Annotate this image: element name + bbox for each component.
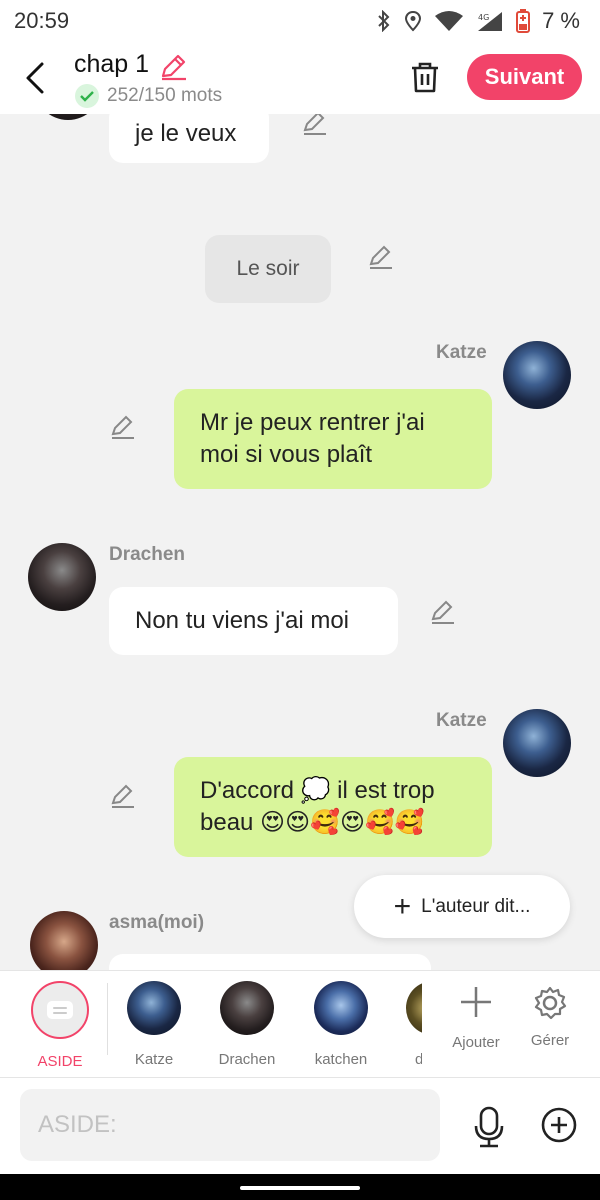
sender-name: asma(moi) — [109, 912, 205, 933]
message-line: D'accord 💭 il est trop — [200, 777, 435, 804]
sender-name: Katze — [436, 342, 487, 363]
message-text: Non tu viens j'ai moi — [135, 607, 350, 634]
character-label: ASIDE — [37, 1053, 83, 1070]
message-bubble[interactable] — [109, 954, 431, 970]
message-bubble[interactable]: D'accord 💭 il est trop beau 😍😍🥰😍🥰🥰 — [174, 757, 492, 857]
back-arrow-icon[interactable] — [22, 60, 52, 96]
avatar[interactable] — [34, 114, 102, 120]
avatar — [220, 981, 274, 1035]
gear-icon — [534, 986, 567, 1020]
add-character-button[interactable]: Ajouter — [441, 985, 511, 1051]
manage-label: Gérer — [530, 1032, 570, 1049]
chat-area[interactable]: je le veux Le soir Katze Mr je peux rent… — [0, 114, 600, 970]
add-circle-icon[interactable] — [540, 1106, 578, 1144]
message-line: Mr je peux rentrer j'ai — [200, 409, 425, 436]
bluetooth-icon — [378, 10, 390, 32]
pencil-icon[interactable] — [110, 783, 136, 809]
manage-characters-button[interactable]: Gérer — [515, 985, 585, 1049]
avatar-asma[interactable] — [30, 911, 98, 970]
plus-icon — [461, 987, 491, 1017]
character-katchen[interactable]: katchen — [301, 981, 381, 1068]
message-input[interactable] — [20, 1089, 440, 1161]
aside-icon — [31, 981, 89, 1039]
narration-bubble[interactable]: Le soir — [205, 235, 331, 303]
home-gesture-handle[interactable] — [240, 1186, 360, 1190]
avatar — [127, 981, 181, 1035]
avatar — [314, 981, 368, 1035]
battery-level: 7 % — [542, 8, 580, 33]
narration-text: Le soir — [236, 257, 300, 280]
plus-icon: + — [393, 889, 412, 923]
character-katze[interactable]: Katze — [114, 981, 194, 1068]
next-button[interactable]: Suivant — [467, 54, 582, 100]
status-time: 20:59 — [14, 8, 70, 33]
svg-text:4G: 4G — [478, 13, 489, 22]
avatar-drachen[interactable] — [28, 543, 96, 611]
character-aside[interactable]: ASIDE — [20, 981, 100, 1070]
input-bar — [0, 1078, 600, 1174]
sender-name: Drachen — [109, 544, 186, 565]
checkmark-icon — [75, 84, 99, 108]
character-bar: ASIDE Katze Drachen katchen d Ajouter Gé… — [0, 970, 600, 1078]
message-bubble[interactable]: Mr je peux rentrer j'ai moi si vous plaî… — [174, 389, 492, 489]
sender-name: Katze — [436, 710, 487, 731]
character-drachen[interactable]: Drachen — [207, 981, 287, 1068]
battery-icon — [516, 9, 531, 33]
editor-header: chap 1 252/150 mots Suivant — [0, 42, 600, 114]
avatar-katze[interactable] — [503, 341, 571, 409]
character-partial[interactable]: d — [378, 981, 422, 1068]
avatar — [406, 981, 422, 1035]
character-label: katchen — [314, 1051, 368, 1068]
character-label: d — [415, 1051, 422, 1068]
microphone-icon[interactable] — [472, 1106, 506, 1148]
status-bar: 20:59 4G 7 % — [0, 0, 600, 42]
pencil-icon[interactable] — [302, 114, 328, 136]
system-nav-bar — [0, 1174, 600, 1200]
signal-icon: 4G — [478, 12, 503, 31]
character-label: Drachen — [218, 1051, 276, 1068]
wifi-icon — [435, 11, 464, 31]
author-says-button[interactable]: + L'auteur dit... — [354, 875, 570, 938]
message-line: moi si vous plaît — [200, 441, 373, 468]
author-says-label: L'auteur dit... — [421, 895, 531, 917]
chapter-title[interactable]: chap 1 — [74, 50, 149, 79]
character-label: Katze — [134, 1051, 174, 1068]
word-count: 252/150 mots — [107, 85, 223, 106]
message-bubble[interactable]: Non tu viens j'ai moi — [109, 587, 398, 655]
trash-icon[interactable] — [409, 60, 441, 94]
add-label: Ajouter — [452, 1034, 500, 1051]
divider — [107, 983, 108, 1055]
pencil-icon[interactable] — [368, 244, 394, 270]
avatar-katze[interactable] — [503, 709, 571, 777]
edit-title-pencil-icon[interactable] — [158, 52, 188, 82]
message-bubble[interactable]: je le veux — [109, 114, 269, 163]
location-icon — [405, 10, 422, 32]
pencil-icon[interactable] — [110, 414, 136, 440]
pencil-icon[interactable] — [430, 599, 456, 625]
message-text: je le veux — [135, 119, 237, 147]
message-line: beau 😍😍🥰😍🥰🥰 — [200, 809, 425, 836]
status-icons: 4G 7 % — [376, 8, 580, 34]
